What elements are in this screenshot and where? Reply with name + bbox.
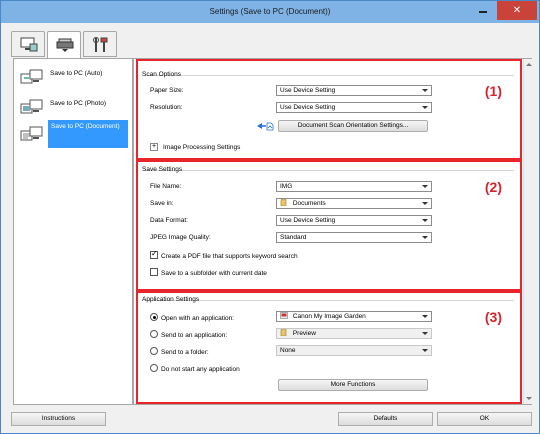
pdf-keyword-label: Create a PDF file that supports keyword … (161, 253, 298, 260)
chevron-down-icon (422, 349, 428, 352)
expand-image-processing-button[interactable]: + (150, 143, 158, 151)
open-app-select[interactable]: Canon My Image Garden (276, 311, 432, 322)
radio-unselected-icon (150, 347, 158, 355)
chevron-down-icon (422, 202, 428, 205)
pdf-keyword-checkbox[interactable]: Create a PDF file that supports keyword … (150, 249, 298, 260)
list-item-save-to-pc-document[interactable]: Save to PC (Document) (18, 119, 131, 149)
save-in-select[interactable]: Documents (276, 198, 432, 209)
file-name-label: File Name: (150, 183, 182, 190)
scan-options-section: Scan Options (1) Paper Size: Use Device … (136, 59, 522, 160)
list-item-label: Save to PC (Auto) (50, 70, 103, 77)
jpeg-quality-label: JPEG Image Quality: (150, 234, 211, 241)
paper-size-select[interactable]: Use Device Setting (276, 85, 432, 96)
document-scan-orientation-button[interactable]: Document Scan Orientation Settings... (278, 120, 428, 132)
orientation-icon (257, 122, 274, 131)
scanner-panel-icon (56, 38, 74, 52)
resolution-value: Use Device Setting (280, 104, 336, 111)
image-processing-label: Image Processing Settings (163, 144, 241, 151)
instructions-button[interactable]: Instructions (11, 412, 106, 426)
jpeg-quality-select[interactable]: Standard (276, 232, 432, 243)
close-button[interactable]: ✕ (497, 1, 537, 20)
send-folder-radio[interactable]: Send to a folder: (150, 347, 209, 356)
subfolder-label: Save to a subfolder with current date (161, 270, 267, 277)
save-to-pc-photo-icon (20, 99, 43, 114)
resolution-label: Resolution: (150, 104, 183, 111)
jpeg-quality-value: Standard (280, 234, 307, 241)
computer-scan-icon (20, 37, 38, 52)
chevron-down-icon (422, 236, 428, 239)
scroll-up-icon[interactable] (526, 63, 532, 66)
section-number: (1) (484, 83, 502, 99)
settings-content: Scan Options (1) Paper Size: Use Device … (133, 58, 532, 405)
data-format-label: Data Format: (150, 217, 188, 224)
chevron-down-icon (422, 332, 428, 335)
chevron-down-icon (422, 89, 428, 92)
chevron-down-icon (422, 185, 428, 188)
data-format-value: Use Device Setting (280, 217, 336, 224)
open-app-label: Open with an application: (161, 315, 234, 322)
radio-selected-icon (150, 313, 158, 321)
data-format-select[interactable]: Use Device Setting (276, 215, 432, 226)
preview-app-icon (280, 329, 287, 336)
radio-unselected-icon (150, 330, 158, 338)
save-settings-title: Save Settings (142, 166, 183, 173)
send-folder-label: Send to a folder: (161, 349, 209, 356)
application-settings-section: Application Settings (3) Open with an ap… (136, 291, 522, 404)
window-title: Settings (Save to PC (Document)) (209, 7, 331, 16)
settings-window: Settings (Save to PC (Document)) ✕ Save … (0, 0, 540, 434)
chevron-down-icon (422, 106, 428, 109)
checkbox-checked-icon (150, 249, 158, 259)
scroll-down-icon[interactable] (526, 397, 532, 400)
checkbox-unchecked-icon (150, 268, 158, 276)
send-app-label: Send to an application: (161, 332, 228, 339)
canon-app-icon (280, 312, 288, 319)
tools-icon (93, 37, 108, 52)
radio-unselected-icon (150, 364, 158, 372)
paper-size-label: Paper Size: (150, 87, 184, 94)
tab-scan-from-panel[interactable] (47, 31, 81, 58)
save-to-pc-auto-icon (20, 69, 43, 84)
title-bar[interactable]: Settings (Save to PC (Document)) ✕ (1, 1, 539, 23)
open-app-value: Canon My Image Garden (292, 313, 366, 320)
no-app-label: Do not start any application (161, 366, 240, 373)
list-item-save-to-pc-auto[interactable]: Save to PC (Auto) (18, 65, 131, 95)
more-functions-button[interactable]: More Functions (278, 379, 428, 391)
chevron-down-icon (422, 315, 428, 318)
open-app-radio[interactable]: Open with an application: (150, 313, 234, 322)
list-item-label: Save to PC (Document) (48, 120, 128, 148)
file-name-value: IMG (280, 183, 293, 190)
paper-size-value: Use Device Setting (280, 87, 336, 94)
scan-options-title: Scan Options (142, 71, 182, 78)
minimize-icon (479, 11, 487, 13)
documents-folder-icon (280, 199, 287, 206)
file-name-select[interactable]: IMG (276, 181, 432, 192)
no-app-radio[interactable]: Do not start any application (150, 364, 240, 373)
save-in-label: Save in: (150, 200, 174, 207)
save-to-pc-document-icon (20, 126, 43, 141)
save-settings-section: Save Settings (2) File Name: IMG Save in… (136, 160, 522, 291)
send-app-radio[interactable]: Send to an application: (150, 330, 227, 339)
tab-scan-from-computer[interactable] (11, 31, 45, 57)
resolution-select[interactable]: Use Device Setting (276, 102, 432, 113)
subfolder-checkbox[interactable]: Save to a subfolder with current date (150, 268, 267, 277)
vertical-scrollbar[interactable] (523, 59, 532, 404)
send-folder-select[interactable]: None (276, 345, 432, 356)
tab-general-settings[interactable] (83, 31, 117, 57)
section-number: (3) (484, 309, 502, 325)
defaults-button[interactable]: Defaults (338, 412, 433, 426)
application-settings-title: Application Settings (142, 296, 200, 303)
send-folder-value: None (280, 347, 296, 354)
list-item-label: Save to PC (Photo) (50, 100, 106, 107)
scan-mode-list: Save to PC (Auto) Save to PC (Photo) Sav… (13, 58, 133, 405)
minimize-button[interactable] (471, 1, 495, 20)
chevron-down-icon (422, 219, 428, 222)
save-in-value: Documents (292, 200, 326, 207)
send-app-value: Preview (292, 330, 316, 337)
ok-button[interactable]: OK (437, 412, 532, 426)
send-app-select[interactable]: Preview (276, 328, 432, 339)
section-number: (2) (484, 179, 502, 195)
